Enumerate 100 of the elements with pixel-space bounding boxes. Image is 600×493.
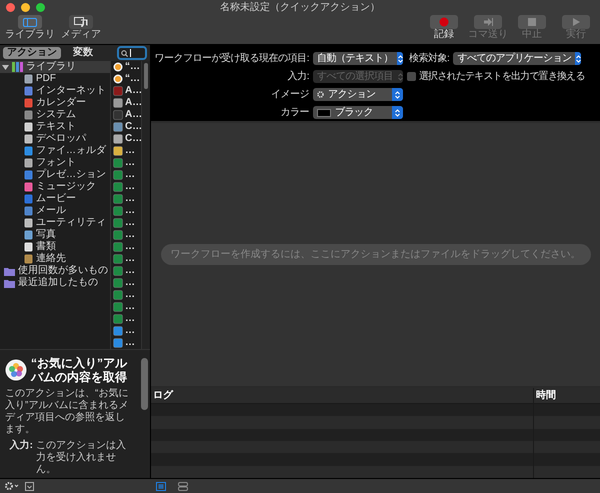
input-label: 入力: bbox=[8, 440, 33, 453]
checkbox[interactable] bbox=[407, 72, 416, 81]
search-field[interactable] bbox=[117, 46, 147, 60]
action-icon bbox=[113, 170, 124, 180]
gear-menu-icon[interactable] bbox=[5, 482, 19, 490]
scrollbar-thumb[interactable] bbox=[141, 358, 148, 410]
category-item[interactable]: テキスト bbox=[36, 121, 76, 133]
photos-icon bbox=[5, 359, 27, 381]
action-item[interactable]: … bbox=[125, 337, 136, 349]
action-item[interactable]: … bbox=[125, 145, 136, 157]
action-item[interactable]: “… bbox=[125, 61, 140, 73]
popup-arrows-icon bbox=[392, 88, 403, 101]
action-item[interactable]: A… bbox=[125, 109, 142, 121]
action-item[interactable]: … bbox=[125, 301, 136, 313]
tab[interactable]: 変数 bbox=[69, 47, 97, 59]
popup-button[interactable]: 自動（テキスト） bbox=[313, 52, 403, 65]
action-icon bbox=[113, 122, 124, 132]
action-item[interactable]: … bbox=[125, 205, 136, 217]
action-icon bbox=[113, 266, 124, 276]
stop-icon bbox=[518, 15, 546, 29]
column-header[interactable]: 時間 bbox=[533, 388, 600, 403]
category-item[interactable]: 連絡先 bbox=[36, 253, 66, 265]
popup-arrows-icon bbox=[392, 106, 403, 119]
field-label: カラー bbox=[280, 106, 309, 120]
action-icon bbox=[113, 62, 124, 72]
search-icon bbox=[121, 50, 128, 56]
category-item[interactable]: インターネット bbox=[36, 85, 106, 97]
action-item[interactable]: … bbox=[125, 169, 136, 181]
action-item[interactable]: … bbox=[125, 325, 136, 337]
action-item[interactable]: “… bbox=[125, 73, 140, 85]
close-button[interactable] bbox=[6, 3, 15, 12]
popup-button[interactable]: すべてのアプリケーション bbox=[453, 52, 582, 65]
action-item[interactable]: … bbox=[125, 289, 136, 301]
category-item[interactable]: 最近追加したもの bbox=[18, 277, 98, 289]
popup-button[interactable]: ブラック bbox=[313, 106, 403, 119]
toolbar-button[interactable]: 記録 bbox=[424, 15, 464, 44]
category-item[interactable]: メール bbox=[36, 205, 66, 217]
action-item[interactable]: … bbox=[125, 229, 136, 241]
column-header[interactable]: ログ bbox=[151, 388, 533, 403]
minimize-button[interactable] bbox=[21, 3, 30, 12]
action-icon bbox=[113, 230, 124, 240]
action-icon bbox=[113, 158, 124, 168]
category-item[interactable]: ファイ…ォルダ bbox=[36, 145, 106, 157]
action-item[interactable]: … bbox=[125, 313, 136, 325]
split-view-icon[interactable] bbox=[178, 482, 188, 490]
action-icon bbox=[113, 302, 124, 312]
action-icon bbox=[113, 218, 124, 228]
category-item[interactable]: 写真 bbox=[36, 229, 56, 241]
toolbar-button[interactable]: メディア bbox=[60, 15, 102, 44]
category-item[interactable]: システム bbox=[36, 109, 76, 121]
action-item[interactable]: … bbox=[125, 277, 136, 289]
category-item[interactable]: フォント bbox=[36, 157, 76, 169]
action-icon bbox=[113, 278, 124, 288]
record-icon bbox=[430, 15, 458, 29]
gear-icon bbox=[317, 91, 324, 98]
checkbox-label: 選択されたテキストを出力で置き換える bbox=[419, 70, 585, 84]
action-item[interactable]: C… bbox=[125, 121, 142, 133]
category-item[interactable]: ミュージック bbox=[36, 181, 96, 193]
drop-hint: ワークフローを作成するには、ここにアクションまたはファイルをドラッグしてください。 bbox=[160, 244, 590, 265]
action-item[interactable]: … bbox=[125, 157, 136, 169]
field-label: イメージ bbox=[270, 88, 309, 102]
description-toggle-icon[interactable] bbox=[25, 482, 34, 490]
category-item[interactable]: カレンダー bbox=[36, 97, 86, 109]
scrollbar-thumb[interactable] bbox=[144, 63, 148, 89]
category-item[interactable]: PDF bbox=[36, 73, 56, 85]
action-icon bbox=[113, 134, 124, 144]
action-item[interactable]: A… bbox=[125, 97, 142, 109]
popup-arrows-icon bbox=[397, 52, 403, 65]
action-item[interactable]: … bbox=[125, 217, 136, 229]
popup-button[interactable]: アクション bbox=[313, 88, 403, 101]
category-item[interactable]: 書類 bbox=[36, 241, 56, 253]
tab[interactable]: アクション bbox=[3, 47, 61, 59]
action-icon bbox=[113, 338, 124, 348]
category-item[interactable]: デベロッパ bbox=[36, 133, 86, 145]
action-item[interactable]: C… bbox=[125, 133, 142, 145]
window-title: 名称未設定（クイックアクション） bbox=[220, 2, 380, 12]
toolbar-button[interactable]: ライブラリ bbox=[4, 15, 56, 44]
category-item[interactable]: ユーティリティ bbox=[36, 217, 106, 229]
action-item[interactable]: … bbox=[125, 253, 136, 265]
category-item[interactable]: プレゼ…ション bbox=[36, 169, 106, 181]
scrollbar[interactable] bbox=[141, 61, 150, 349]
field-label: 検索対象: bbox=[409, 52, 450, 66]
list-view-icon[interactable] bbox=[156, 482, 166, 490]
media-icon bbox=[69, 15, 93, 29]
disclosure-triangle[interactable] bbox=[2, 64, 9, 70]
action-item[interactable]: … bbox=[125, 241, 136, 253]
action-item[interactable]: … bbox=[125, 265, 136, 277]
field-label: ワークフローが受け取る現在の項目: bbox=[154, 52, 309, 66]
action-item[interactable]: A… bbox=[125, 85, 142, 97]
field-label: 入力: bbox=[286, 70, 309, 84]
category-item[interactable]: 使用回数が多いもの bbox=[18, 265, 108, 277]
zoom-button[interactable] bbox=[36, 3, 45, 12]
action-icon bbox=[113, 314, 124, 324]
action-item[interactable]: … bbox=[125, 193, 136, 205]
category-item[interactable]: ムービー bbox=[36, 193, 76, 205]
input-description: このアクションは入力を受け入れません。 bbox=[36, 440, 127, 476]
action-item[interactable]: … bbox=[125, 181, 136, 193]
action-icon bbox=[113, 146, 124, 156]
folder-icon bbox=[4, 278, 15, 288]
sidebar-icon bbox=[18, 15, 42, 29]
